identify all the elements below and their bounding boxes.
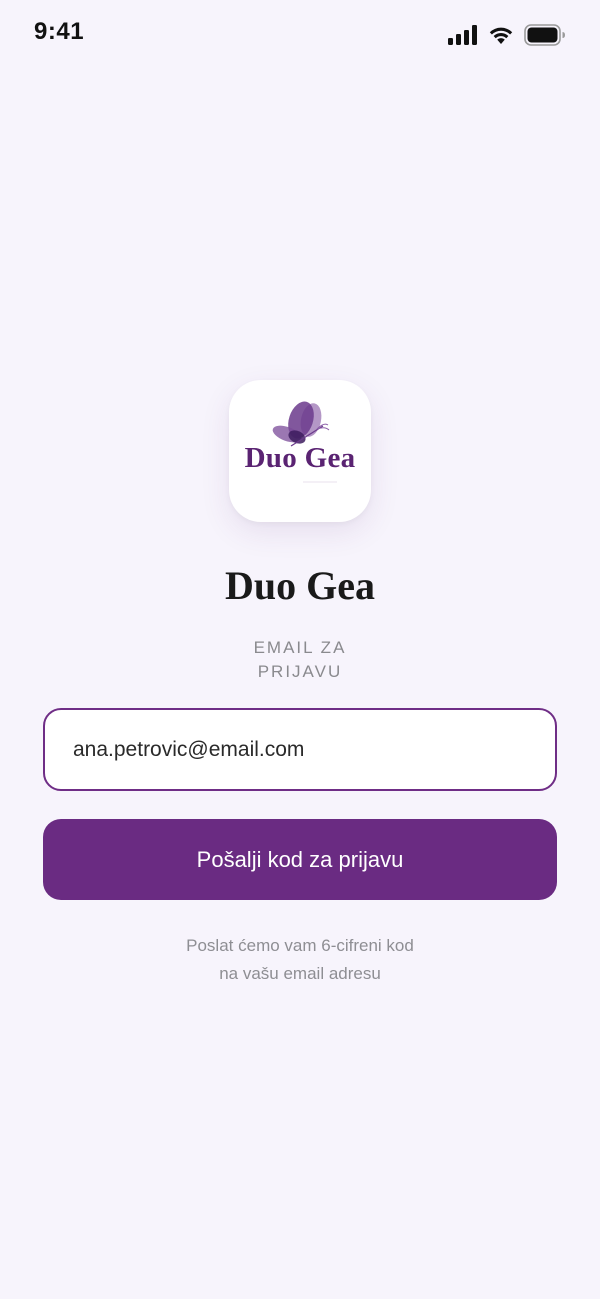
send-code-button[interactable]: Pošalji kod za prijavu bbox=[43, 819, 557, 900]
wifi-icon bbox=[489, 27, 513, 44]
email-label: EMAIL ZA PRIJAVU bbox=[200, 636, 400, 684]
status-icons bbox=[448, 24, 566, 46]
logo-wordmark: Duo Gea bbox=[244, 442, 356, 474]
email-label-line1: EMAIL ZA bbox=[253, 638, 347, 657]
status-bar: 9:41 bbox=[0, 0, 600, 70]
app-logo-icon: Duo Gea bbox=[229, 380, 371, 522]
app-title: Duo Gea bbox=[225, 563, 375, 608]
signal-icon bbox=[448, 25, 477, 45]
email-field[interactable] bbox=[43, 708, 557, 791]
helper-text-line2: na vašu email adresu bbox=[219, 964, 381, 983]
email-label-line2: PRIJAVU bbox=[257, 662, 343, 681]
helper-text: Poslat ćemo vam 6-cifreni kod na vašu em… bbox=[0, 932, 600, 988]
status-time: 9:41 bbox=[34, 18, 85, 45]
login-screen: 9:41 Duo Gea Duo Gea EMAIL ZA PRIJAVU an… bbox=[0, 0, 600, 1299]
battery-icon bbox=[524, 24, 565, 46]
helper-text-line1: Poslat ćemo vam 6-cifreni kod bbox=[186, 936, 414, 955]
